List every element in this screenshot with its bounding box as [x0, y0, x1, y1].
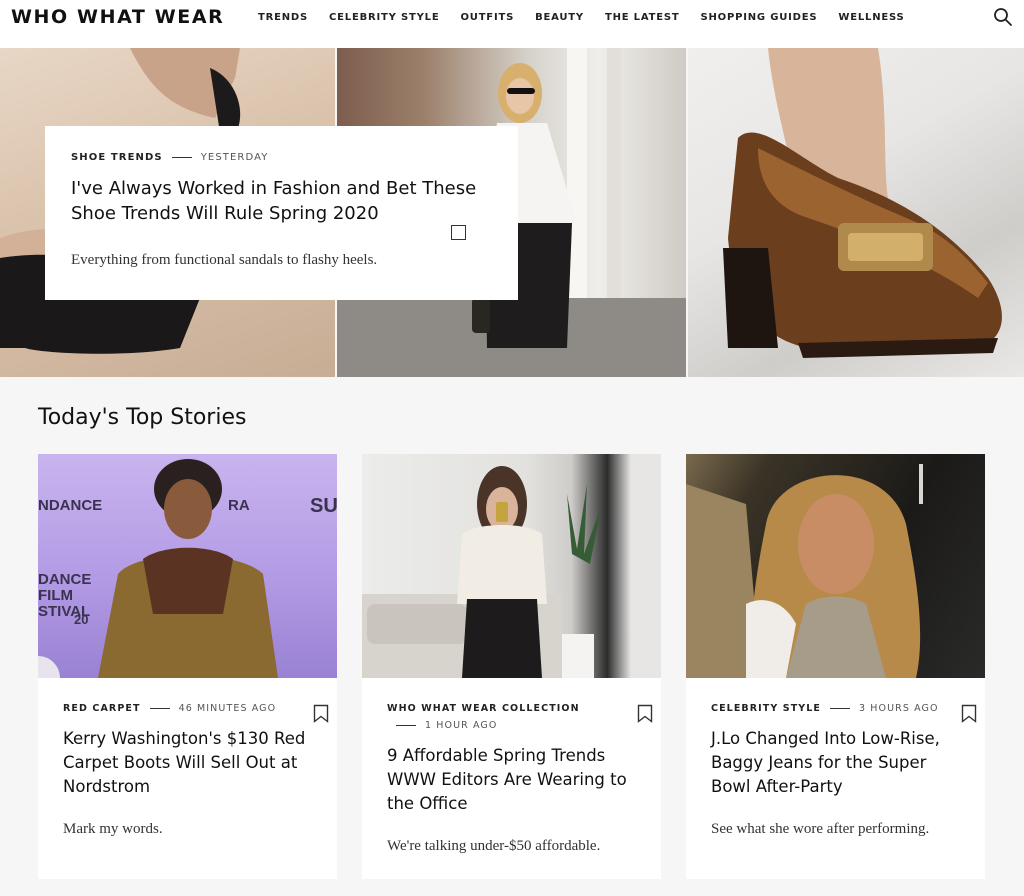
- story-kicker: WHO WHAT WEAR COLLECTION 1 HOUR AGO: [387, 700, 617, 734]
- story-card[interactable]: WHO WHAT WEAR COLLECTION 1 HOUR AGO 9 Af…: [362, 454, 661, 879]
- site-header: WHO WHAT WEAR TRENDS CELEBRITY STYLE OUT…: [0, 0, 1024, 48]
- backdrop-text: NDANCE: [38, 497, 102, 514]
- hero-kicker: SHOE TRENDS YESTERDAY: [71, 152, 492, 163]
- kicker-divider: [149, 708, 170, 709]
- hero-card[interactable]: SHOE TRENDS YESTERDAY I've Always Worked…: [45, 126, 518, 300]
- story-headline[interactable]: Kerry Washington's $130 Red Carpet Boots…: [63, 727, 312, 799]
- story-image-office-outfit[interactable]: [362, 454, 661, 678]
- story-timestamp: 3 HOURS AGO: [859, 703, 939, 714]
- hero-section: SHOE TRENDS YESTERDAY I've Always Worked…: [0, 48, 1024, 377]
- kerry-washington-photo: NDANCE RA SU DANCE FILM STIVAL 20: [38, 459, 337, 678]
- backdrop-text: SU: [310, 495, 337, 517]
- kicker-divider: [396, 725, 416, 726]
- main-nav: TRENDS CELEBRITY STYLE OUTFITS BEAUTY TH…: [258, 12, 926, 23]
- jlo-photo: [686, 464, 923, 678]
- hero-headline[interactable]: I've Always Worked in Fashion and Bet Th…: [71, 176, 501, 226]
- story-image-jlo[interactable]: [686, 454, 985, 678]
- bookmark-icon[interactable]: [961, 704, 977, 723]
- story-body: CELEBRITY STYLE 3 HOURS AGO J.Lo Changed…: [686, 678, 985, 838]
- story-dek: We're talking under-$50 affordable.: [387, 838, 601, 854]
- backdrop-text: RA: [228, 497, 250, 514]
- story-kicker: RED CARPET 46 MINUTES AGO: [63, 700, 293, 717]
- story-category[interactable]: CELEBRITY STYLE: [711, 700, 821, 717]
- nav-celebrity-style[interactable]: CELEBRITY STYLE: [329, 12, 439, 23]
- nav-the-latest[interactable]: THE LATEST: [605, 12, 680, 23]
- hero-dek: Everything from functional sandals to fl…: [71, 252, 378, 268]
- story-card[interactable]: NDANCE RA SU DANCE FILM STIVAL 20 RED CA…: [38, 454, 337, 879]
- story-body: WHO WHAT WEAR COLLECTION 1 HOUR AGO 9 Af…: [362, 678, 661, 855]
- kicker-divider: [830, 708, 851, 709]
- story-headline[interactable]: J.Lo Changed Into Low-Rise, Baggy Jeans …: [711, 727, 960, 799]
- story-body: RED CARPET 46 MINUTES AGO Kerry Washingt…: [38, 678, 337, 838]
- search-icon[interactable]: [993, 7, 1013, 27]
- kicker-divider: [171, 157, 192, 158]
- nav-trends[interactable]: TRENDS: [258, 12, 308, 23]
- section-title: Today's Top Stories: [38, 405, 247, 430]
- office-outfit-photo: [362, 466, 602, 678]
- story-headline[interactable]: 9 Affordable Spring Trends WWW Editors A…: [387, 744, 636, 816]
- loafer-illustration: [723, 48, 1002, 358]
- story-card[interactable]: CELEBRITY STYLE 3 HOURS AGO J.Lo Changed…: [686, 454, 985, 879]
- story-dek: See what she wore after performing.: [711, 821, 930, 837]
- story-category[interactable]: WHO WHAT WEAR COLLECTION: [387, 700, 580, 717]
- story-timestamp: 1 HOUR AGO: [425, 720, 498, 731]
- site-logo[interactable]: WHO WHAT WEAR: [11, 6, 224, 28]
- nav-outfits[interactable]: OUTFITS: [460, 12, 514, 23]
- story-kicker: CELEBRITY STYLE 3 HOURS AGO: [711, 700, 941, 717]
- bookmark-icon[interactable]: [637, 704, 653, 723]
- hero-category[interactable]: SHOE TRENDS: [71, 152, 163, 163]
- story-image-kerry-washington[interactable]: NDANCE RA SU DANCE FILM STIVAL 20: [38, 454, 337, 678]
- backdrop-text: 20: [74, 612, 88, 627]
- hero-timestamp: YESTERDAY: [200, 152, 269, 163]
- story-timestamp: 46 MINUTES AGO: [178, 703, 277, 714]
- nav-beauty[interactable]: BEAUTY: [535, 12, 584, 23]
- backdrop-text: DANCE: [38, 571, 91, 588]
- nav-shopping-guides[interactable]: SHOPPING GUIDES: [700, 12, 817, 23]
- nav-wellness[interactable]: WELLNESS: [838, 12, 904, 23]
- backdrop-text: FILM: [38, 587, 73, 604]
- story-dek: Mark my words.: [63, 821, 163, 837]
- bookmark-icon[interactable]: [313, 704, 329, 723]
- hero-image-loafer[interactable]: [688, 48, 1024, 377]
- bookmark-icon[interactable]: [451, 225, 466, 240]
- story-category[interactable]: RED CARPET: [63, 700, 141, 717]
